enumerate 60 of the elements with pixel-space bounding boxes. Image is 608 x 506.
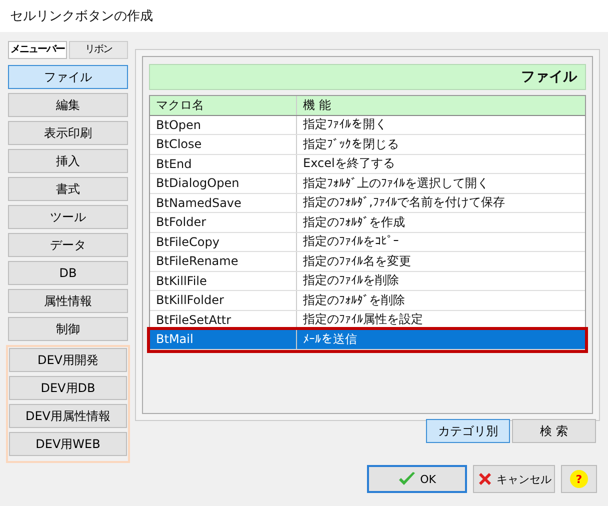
table-cell: BtFolder [150,213,297,232]
table-row[interactable]: BtKillFile 指定のﾌｧｲﾙを削除 [150,272,585,291]
tab[interactable]: リボン [69,41,128,59]
column-header[interactable]: 機 能 [297,96,585,114]
table-cell: BtNamedSave [150,194,297,212]
table-cell-text: 指定のﾌｧｲﾙをｺﾋﾟｰ [302,233,400,250]
table-cell: BtFileRename [150,252,297,270]
category-button[interactable]: DEV用DB [9,376,127,400]
cross-icon [476,471,492,487]
ok-button[interactable]: OK [367,465,467,493]
category-button[interactable]: ファイル [8,65,128,89]
table-cell-text: 指定のﾌｧｲﾙ名を変更 [302,252,412,270]
table-cell-text: 指定のﾌｫﾙﾀﾞを削除 [302,292,406,309]
tab[interactable]: メニューバー [8,41,67,59]
table-row[interactable]: BtNamedSave 指定のﾌｫﾙﾀﾞ,ﾌｧｲﾙで名前を付けて保存 [150,194,585,213]
table-cell-text: Excelを終了する [302,155,396,172]
table-row[interactable]: BtOpen 指定ﾌｧｲﾙを開く [150,116,585,135]
table-cell: BtKillFolder [150,291,297,310]
view-tab[interactable]: カテゴリ別 [426,419,510,443]
table-cell-text: 指定ﾌｫﾙﾀﾞ上のﾌｧｲﾙを選択して開く [302,174,490,192]
window-title: セルリンクボタンの作成 [10,8,153,25]
category-button[interactable]: DEV用WEB [9,432,127,456]
category-button[interactable]: 編集 [8,93,128,117]
table-row[interactable]: BtKillFolder 指定のﾌｫﾙﾀﾞを削除 [150,291,585,310]
category-button[interactable]: 挿入 [8,149,128,173]
table-row[interactable]: BtClose 指定ﾌﾞｯｸを閉じる [150,135,585,154]
category-button[interactable]: DEV用属性情報 [9,404,127,428]
table-cell: BtOpen [150,116,297,134]
category-heading: ファイル [149,64,586,90]
cancel-button[interactable]: キャンセル [473,465,555,493]
category-button[interactable]: 属性情報 [8,289,128,313]
help-button[interactable]: ? [561,465,597,493]
table-cell: BtFileCopy [150,232,297,251]
table-cell: BtDialogOpen [150,174,297,192]
table-cell: BtClose [150,135,297,154]
table-row[interactable]: BtFileRename 指定のﾌｧｲﾙ名を変更 [150,252,585,272]
table-cell-text: 指定のﾌｫﾙﾀﾞを作成 [302,214,406,231]
table-cell-text: ﾒｰﾙを送信 [302,330,358,348]
view-tab[interactable]: 検 索 [512,419,596,443]
table-cell-text: 指定ﾌｧｲﾙを開く [302,116,388,134]
table-row[interactable]: BtFolder 指定のﾌｫﾙﾀﾞを作成 [150,213,585,232]
table-row[interactable]: BtEnd Excelを終了する [150,154,585,174]
table-cell-text: 指定のﾌｧｲﾙ属性を設定 [302,311,424,328]
table-cell-text: 指定ﾌﾞｯｸを閉じる [302,136,400,153]
category-button[interactable]: 制御 [8,317,128,341]
category-button[interactable]: 表示印刷 [8,121,128,145]
category-button[interactable]: ツール [8,205,128,229]
table-cell: BtEnd [150,154,297,173]
table-cell-text: 指定のﾌｧｲﾙを削除 [302,272,400,290]
checkmark-icon [398,471,416,487]
table-cell: BtKillFile [150,272,297,290]
category-button[interactable]: DEV用開発 [9,348,127,372]
category-button[interactable]: DB [8,261,128,285]
table-row[interactable]: BtDialogOpen 指定ﾌｫﾙﾀﾞ上のﾌｧｲﾙを選択して開く [150,174,585,194]
table-cell: BtMail [150,330,297,348]
table-cell-text: 指定のﾌｫﾙﾀﾞ,ﾌｧｲﾙで名前を付けて保存 [302,194,506,212]
table-row[interactable]: BtFileCopy 指定のﾌｧｲﾙをｺﾋﾟｰ [150,232,585,252]
category-button[interactable]: データ [8,233,128,257]
column-header[interactable]: マクロ名 [150,96,297,114]
category-button[interactable]: 書式 [8,177,128,201]
